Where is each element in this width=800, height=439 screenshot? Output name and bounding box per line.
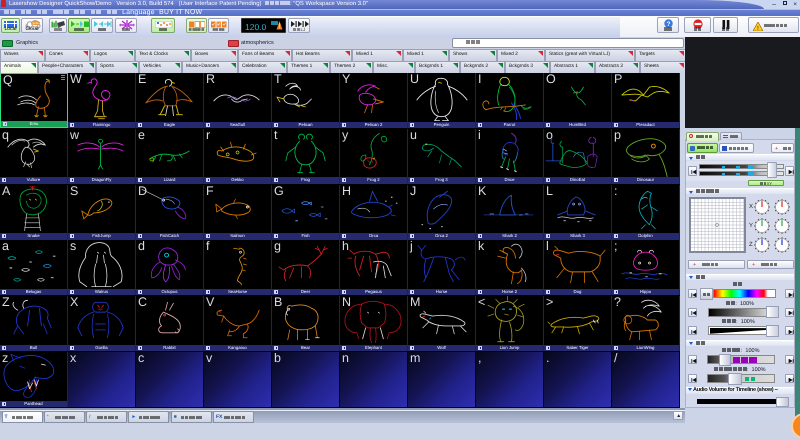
svg-text:beta: beta (33, 21, 39, 25)
